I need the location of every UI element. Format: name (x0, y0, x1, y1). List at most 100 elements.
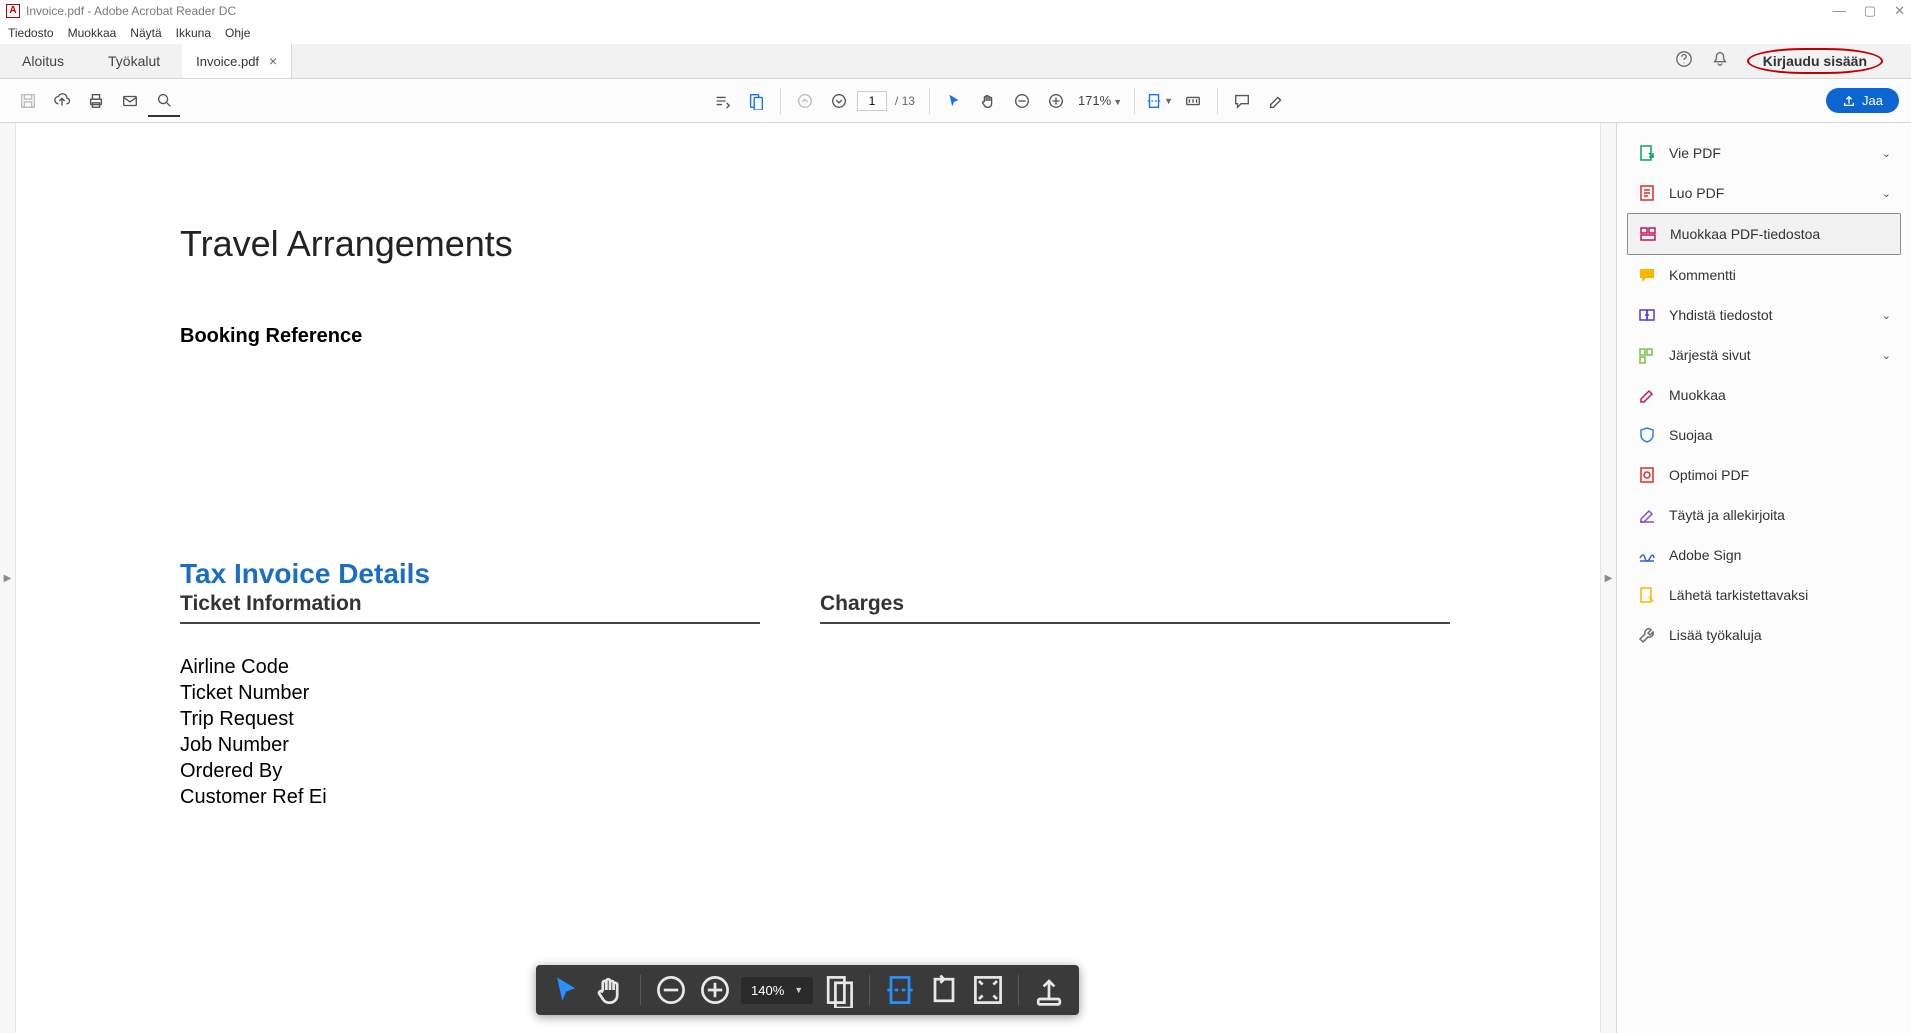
doc-field: Airline Code (180, 654, 760, 680)
zoom-level-dropdown[interactable]: 171%▼ (1074, 93, 1126, 108)
tool-label: Muokkaa (1669, 387, 1726, 403)
doc-section-title: Tax Invoice Details (180, 558, 1450, 590)
selection-tool-icon[interactable] (706, 85, 738, 117)
main-area: ▶ Travel Arrangements Booking Reference … (0, 123, 1911, 1033)
print-icon[interactable] (80, 85, 112, 117)
cloud-upload-icon[interactable] (46, 85, 78, 117)
tab-tools[interactable]: Työkalut (86, 44, 182, 78)
share-button-label: Jaa (1862, 93, 1883, 108)
tool-label: Optimoi PDF (1669, 467, 1749, 483)
comment-icon[interactable] (1226, 85, 1258, 117)
tool-label: Muokkaa PDF-tiedostoa (1670, 226, 1820, 242)
tool-protect[interactable]: Suojaa (1627, 415, 1901, 455)
tool-label: Järjestä sivut (1669, 347, 1751, 363)
toolbar: / 13 171%▼ ▼ Jaa (0, 79, 1911, 123)
doc-field: Customer Ref Ei (180, 784, 760, 810)
fb-hand-icon[interactable] (592, 972, 628, 1008)
page-count-label: / 13 (895, 94, 915, 108)
fb-fullscreen-icon[interactable] (970, 972, 1006, 1008)
tab-document[interactable]: Invoice.pdf × (182, 44, 292, 78)
send-review-icon (1637, 585, 1657, 605)
tool-label: Vie PDF (1669, 145, 1721, 161)
zoom-in-icon[interactable] (1040, 85, 1072, 117)
tool-export-pdf[interactable]: Vie PDF ⌄ (1627, 133, 1901, 173)
mail-icon[interactable] (114, 85, 146, 117)
tool-create-pdf[interactable]: Luo PDF ⌄ (1627, 173, 1901, 213)
zoom-level-label: 171% (1078, 93, 1111, 108)
search-icon[interactable] (148, 85, 180, 117)
doc-field: Job Number (180, 732, 760, 758)
edit-pdf-icon (1638, 224, 1658, 244)
help-icon[interactable] (1675, 50, 1693, 73)
right-panel-toggle[interactable]: ▶ (1600, 123, 1616, 1033)
chevron-down-icon: ⌄ (1882, 187, 1891, 200)
doc-field: Ordered By (180, 758, 760, 784)
fb-zoom-dropdown[interactable]: 140% ▼ (741, 977, 813, 1004)
tool-edit-pdf[interactable]: Muokkaa PDF-tiedostoa (1627, 213, 1901, 255)
organize-pages-icon (1637, 345, 1657, 365)
tab-home[interactable]: Aloitus (0, 44, 86, 78)
maximize-button[interactable]: ▢ (1864, 3, 1876, 19)
tool-label: Yhdistä tiedostot (1669, 307, 1773, 323)
comment-tool-icon (1637, 265, 1657, 285)
tool-more-tools[interactable]: Lisää työkaluja (1627, 615, 1901, 655)
tool-label: Suojaa (1669, 427, 1713, 443)
menu-bar: Tiedosto Muokkaa Näytä Ikkuna Ohje (0, 22, 1911, 44)
tool-fill-sign[interactable]: Täytä ja allekirjoita (1627, 495, 1901, 535)
tool-label: Adobe Sign (1669, 547, 1741, 563)
left-panel-toggle[interactable]: ▶ (0, 123, 16, 1033)
tool-organize-pages[interactable]: Järjestä sivut ⌄ (1627, 335, 1901, 375)
menu-help[interactable]: Ohje (225, 26, 250, 40)
pointer-tool-icon[interactable] (938, 85, 970, 117)
chevron-down-icon: ⌄ (1882, 349, 1891, 362)
hand-tool-icon[interactable] (972, 85, 1004, 117)
read-mode-icon[interactable] (1177, 85, 1209, 117)
combine-files-icon (1637, 305, 1657, 325)
page-number-input[interactable] (857, 91, 887, 111)
page-down-icon[interactable] (823, 85, 855, 117)
fb-scroll-mode-icon[interactable] (882, 972, 918, 1008)
document-viewport[interactable]: Travel Arrangements Booking Reference Ta… (16, 123, 1600, 1033)
minimize-button[interactable]: — (1833, 3, 1846, 19)
tool-optimize-pdf[interactable]: Optimoi PDF (1627, 455, 1901, 495)
menu-edit[interactable]: Muokkaa (68, 26, 117, 40)
doc-booking-ref-label: Booking Reference (180, 325, 1450, 348)
page-up-icon[interactable] (789, 85, 821, 117)
tool-redact[interactable]: Muokkaa (1627, 375, 1901, 415)
chevron-down-icon: ▼ (1164, 96, 1173, 106)
tools-panel: Vie PDF ⌄ Luo PDF ⌄ Muokkaa PDF-tiedosto… (1616, 123, 1911, 1033)
fb-zoom-in-icon[interactable] (697, 972, 733, 1008)
fb-zoom-out-icon[interactable] (653, 972, 689, 1008)
page-thumbnails-icon[interactable] (740, 85, 772, 117)
tool-adobe-sign[interactable]: Adobe Sign (1627, 535, 1901, 575)
tool-label: Lisää työkaluja (1669, 627, 1762, 643)
doc-field: Ticket Number (180, 680, 760, 706)
fb-read-aloud-icon[interactable] (1031, 972, 1067, 1008)
bell-icon[interactable] (1711, 50, 1729, 73)
save-icon[interactable] (12, 85, 44, 117)
tool-label: Täytä ja allekirjoita (1669, 507, 1785, 523)
redact-icon (1637, 385, 1657, 405)
close-window-button[interactable]: ✕ (1894, 3, 1905, 19)
tool-send-review[interactable]: Lähetä tarkistettavaksi (1627, 575, 1901, 615)
window-title: Invoice.pdf - Adobe Acrobat Reader DC (26, 4, 236, 18)
fill-sign-icon (1637, 505, 1657, 525)
menu-window[interactable]: Ikkuna (176, 26, 211, 40)
fb-fit-page-icon[interactable] (821, 972, 857, 1008)
app-icon: A (6, 4, 20, 18)
fb-rotate-icon[interactable] (926, 972, 962, 1008)
tool-combine-files[interactable]: Yhdistä tiedostot ⌄ (1627, 295, 1901, 335)
menu-file[interactable]: Tiedosto (8, 26, 54, 40)
fit-width-icon[interactable]: ▼ (1143, 85, 1175, 117)
tab-row: Aloitus Työkalut Invoice.pdf × Kirjaudu … (0, 44, 1911, 79)
sign-icon[interactable] (1260, 85, 1292, 117)
title-bar: A Invoice.pdf - Adobe Acrobat Reader DC … (0, 0, 1911, 22)
share-button[interactable]: Jaa (1826, 88, 1899, 113)
close-tab-icon[interactable]: × (269, 53, 277, 69)
fb-zoom-label: 140% (751, 983, 784, 998)
sign-in-button[interactable]: Kirjaudu sisään (1747, 48, 1883, 74)
menu-view[interactable]: Näytä (130, 26, 161, 40)
zoom-out-icon[interactable] (1006, 85, 1038, 117)
fb-pointer-icon[interactable] (548, 972, 584, 1008)
tool-comment[interactable]: Kommentti (1627, 255, 1901, 295)
